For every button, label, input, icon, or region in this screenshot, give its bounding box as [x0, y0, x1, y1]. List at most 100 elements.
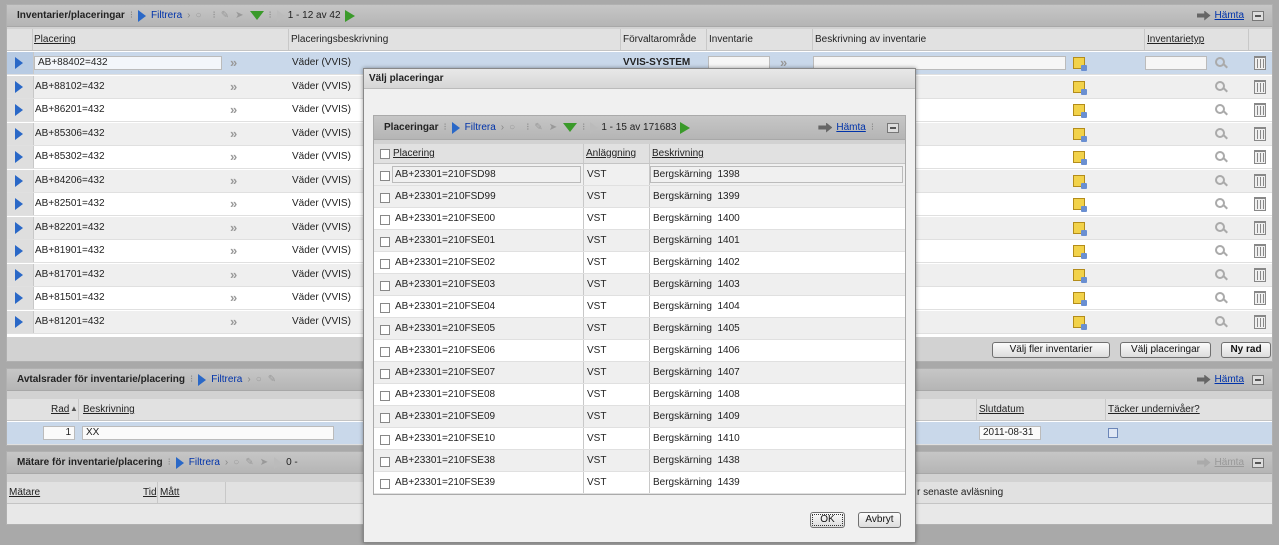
magnifier-icon[interactable] — [1215, 80, 1225, 91]
select-more-inventory-button[interactable]: Välj fler inventarier — [992, 342, 1110, 358]
edit-note-icon[interactable] — [1073, 245, 1087, 259]
magnifier-icon[interactable] — [1215, 315, 1225, 326]
double-chevron-icon[interactable]: » — [230, 314, 237, 329]
trash-icon[interactable] — [1254, 79, 1266, 94]
row-checkbox[interactable] — [380, 193, 390, 203]
trash-icon[interactable] — [1254, 126, 1266, 141]
magnifier-icon[interactable] — [1215, 127, 1225, 138]
row-expand-icon[interactable] — [15, 198, 23, 210]
dialog-next-page-icon[interactable] — [680, 121, 691, 134]
col-tacker-undernivaer[interactable]: Täcker undernivåer? — [1108, 404, 1200, 415]
fetch-link[interactable]: Hämta — [1215, 10, 1244, 21]
col-senaste-avlasning[interactable]: r senaste avläsning — [917, 487, 1003, 498]
row-expand-icon[interactable] — [15, 151, 23, 163]
new-row-button[interactable]: Ny rad — [1221, 342, 1271, 358]
col-dialog-placering[interactable]: Placering — [393, 148, 435, 159]
magnifier-icon[interactable] — [1215, 198, 1225, 208]
trash-icon[interactable] — [1254, 314, 1266, 329]
double-chevron-icon[interactable]: » — [230, 173, 237, 188]
trash-icon[interactable] — [1254, 291, 1266, 305]
col-placering[interactable]: Placering — [34, 34, 76, 45]
magnifier-icon[interactable] — [1215, 292, 1225, 302]
list-item[interactable]: AB+23301=210FSE03 VST Bergskärning 1403 — [374, 274, 905, 296]
double-chevron-icon[interactable]: » — [230, 79, 237, 94]
edit-note-icon[interactable] — [1073, 292, 1087, 306]
double-chevron-icon[interactable]: » — [230, 243, 237, 258]
edit-note-icon[interactable] — [1073, 57, 1087, 71]
dialog-prev-page-icon[interactable] — [590, 121, 599, 134]
edit-note-icon[interactable] — [1073, 221, 1087, 236]
row-checkbox[interactable] — [380, 281, 390, 291]
row-expand-icon[interactable] — [15, 127, 23, 140]
row-expand-icon[interactable] — [15, 315, 23, 328]
trash-icon[interactable] — [1254, 244, 1266, 258]
magnifier-icon[interactable] — [1215, 57, 1225, 67]
edit-note-icon[interactable] — [1073, 315, 1087, 330]
col-inventarietyp[interactable]: Inventarietyp — [1147, 34, 1204, 45]
edit-note-icon[interactable] — [1073, 198, 1087, 212]
trash-icon[interactable] — [1254, 56, 1266, 70]
edit-note-icon[interactable] — [1073, 104, 1087, 118]
trash-icon[interactable] — [1254, 150, 1266, 164]
rad-field[interactable]: 1 — [43, 426, 75, 440]
row-expand-icon[interactable] — [15, 104, 23, 116]
double-chevron-icon[interactable]: » — [230, 55, 237, 70]
magnifier-icon[interactable] — [1215, 174, 1225, 185]
meter-filter-link[interactable]: Filtrera — [189, 457, 220, 468]
row-checkbox[interactable] — [380, 237, 390, 247]
dialog-fetch-icon[interactable] — [818, 122, 833, 133]
row-checkbox[interactable] — [380, 215, 390, 225]
slutdatum-field[interactable]: 2011-08-31 — [979, 426, 1041, 440]
col-beskrivning-inventarie[interactable]: Beskrivning av inventarie — [815, 34, 926, 45]
double-chevron-icon[interactable]: » — [230, 290, 237, 305]
col-beskrivning[interactable]: Beskrivning — [83, 404, 135, 415]
row-checkbox[interactable] — [380, 347, 390, 357]
agreement-fetch-link[interactable]: Hämta — [1215, 374, 1244, 385]
row-expand-icon[interactable] — [15, 245, 23, 257]
list-item[interactable]: AB+23301=210FSD99 VST Bergskärning 1399 — [374, 186, 905, 208]
double-chevron-icon[interactable]: » — [230, 267, 237, 282]
tacker-checkbox[interactable] — [1108, 428, 1118, 438]
beskrivning-field[interactable]: XX — [82, 426, 334, 440]
col-inventarie[interactable]: Inventarie — [709, 34, 753, 45]
list-item[interactable]: AB+23301=210FSE01 VST Bergskärning 1401 — [374, 230, 905, 252]
row-expand-icon[interactable] — [15, 80, 23, 93]
col-matt[interactable]: Mått — [160, 487, 179, 498]
meter-minimize-icon[interactable] — [1252, 457, 1264, 468]
row-expand-icon[interactable] — [15, 268, 23, 281]
row-checkbox[interactable] — [380, 303, 390, 313]
magnifier-icon[interactable] — [1215, 245, 1225, 255]
list-item[interactable]: AB+23301=210FSE10 VST Bergskärning 1410 — [374, 428, 905, 450]
list-item[interactable]: AB+23301=210FSE09 VST Bergskärning 1409 — [374, 406, 905, 428]
dialog-fetch-link[interactable]: Hämta — [836, 122, 865, 133]
inventarietyp-field[interactable] — [1145, 56, 1207, 70]
edit-note-icon[interactable] — [1073, 127, 1087, 142]
magnifier-icon[interactable] — [1215, 268, 1225, 279]
col-dialog-anlaggning[interactable]: Anläggning — [586, 148, 636, 159]
magnifier-icon[interactable] — [1215, 221, 1225, 232]
list-item[interactable]: AB+23301=210FSE00 VST Bergskärning 1400 — [374, 208, 905, 230]
edit-note-icon[interactable] — [1073, 151, 1087, 165]
list-item[interactable]: AB+23301=210FSE06 VST Bergskärning 1406 — [374, 340, 905, 362]
trash-icon[interactable] — [1254, 173, 1266, 188]
agreement-fetch-icon[interactable] — [1196, 374, 1211, 385]
cancel-button[interactable]: Avbryt — [858, 512, 901, 528]
list-item[interactable]: AB+23301=210FSE08 VST Bergskärning 1408 — [374, 384, 905, 406]
minimize-icon[interactable] — [1252, 10, 1264, 21]
row-expand-icon[interactable] — [15, 57, 23, 69]
col-dialog-beskrivning[interactable]: Beskrivning — [652, 148, 704, 159]
magnifier-icon[interactable] — [1215, 151, 1225, 161]
edit-note-icon[interactable] — [1073, 174, 1087, 189]
agreement-filter-icon[interactable] — [198, 373, 207, 386]
edit-note-icon[interactable] — [1073, 268, 1087, 283]
col-forvaltomrade[interactable]: Förvaltarområde — [623, 34, 696, 45]
row-checkbox[interactable] — [380, 479, 390, 489]
select-all-checkbox[interactable] — [380, 149, 390, 159]
dialog-filter-icon[interactable] — [451, 121, 460, 134]
trash-icon[interactable] — [1254, 267, 1266, 282]
select-placements-button[interactable]: Välj placeringar — [1120, 342, 1211, 358]
agreement-filter-link[interactable]: Filtrera — [211, 374, 242, 385]
row-checkbox[interactable] — [380, 369, 390, 379]
col-tid[interactable]: Tid — [143, 487, 157, 498]
row-expand-icon[interactable] — [15, 292, 23, 304]
